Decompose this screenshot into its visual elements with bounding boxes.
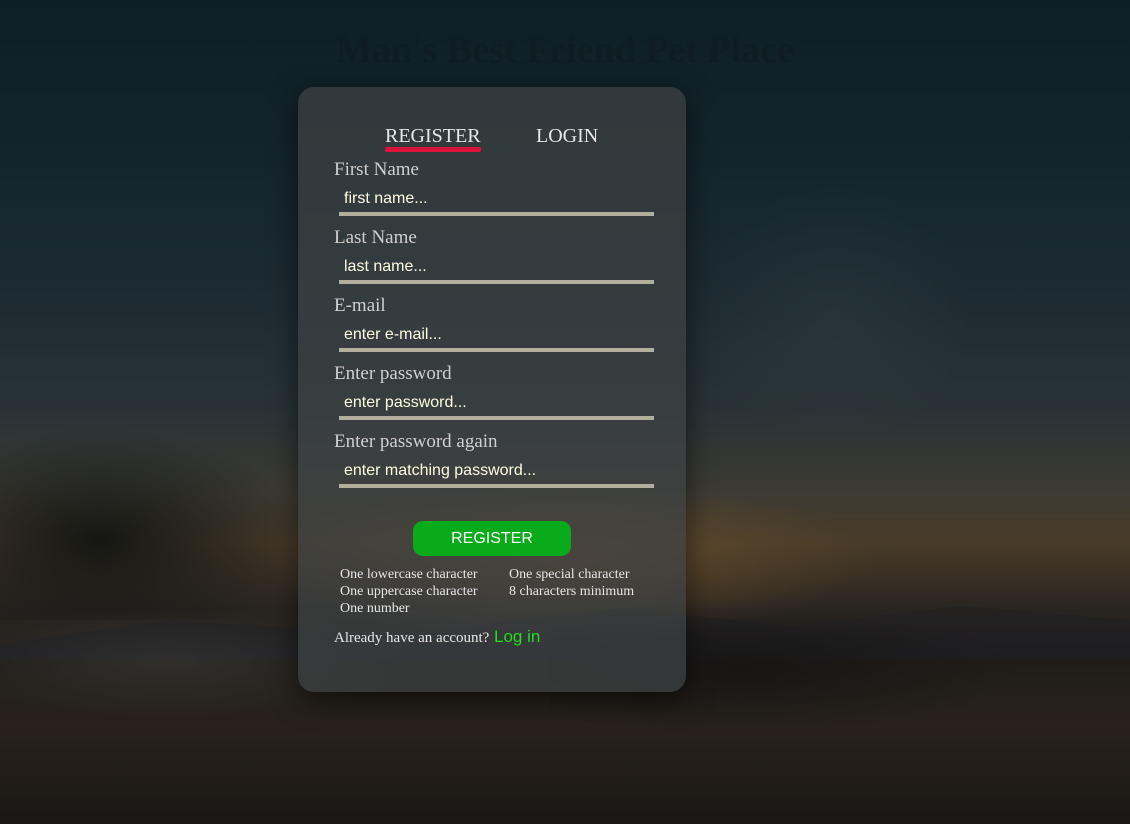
requirement-lowercase: One lowercase character [340,567,478,582]
active-tab-indicator [385,147,481,152]
register-card: REGISTER LOGIN First Name Last Name E-ma… [298,87,686,692]
email-input[interactable] [339,322,654,352]
requirement-uppercase: One uppercase character [340,584,478,599]
password-confirm-input[interactable] [339,458,654,488]
password-confirm-label: Enter password again [334,431,498,452]
first-name-input[interactable] [339,186,654,216]
requirement-special: One special character [509,567,630,582]
password-input[interactable] [339,390,654,420]
tab-register[interactable]: REGISTER [385,125,481,148]
login-prompt: Already have an account? [334,630,490,646]
password-label: Enter password [334,363,452,384]
requirement-number: One number [340,601,410,616]
auth-tabs: REGISTER LOGIN [298,125,686,155]
email-label: E-mail [334,295,386,316]
last-name-label: Last Name [334,227,417,248]
first-name-label: First Name [334,159,419,180]
requirement-min-length: 8 characters minimum [509,584,635,599]
register-button[interactable]: REGISTER [413,521,571,556]
site-title: Man's Best Friend Pet Place [335,29,794,71]
login-link[interactable]: Log in [494,627,540,647]
last-name-input[interactable] [339,254,654,284]
tab-login[interactable]: LOGIN [536,125,598,148]
